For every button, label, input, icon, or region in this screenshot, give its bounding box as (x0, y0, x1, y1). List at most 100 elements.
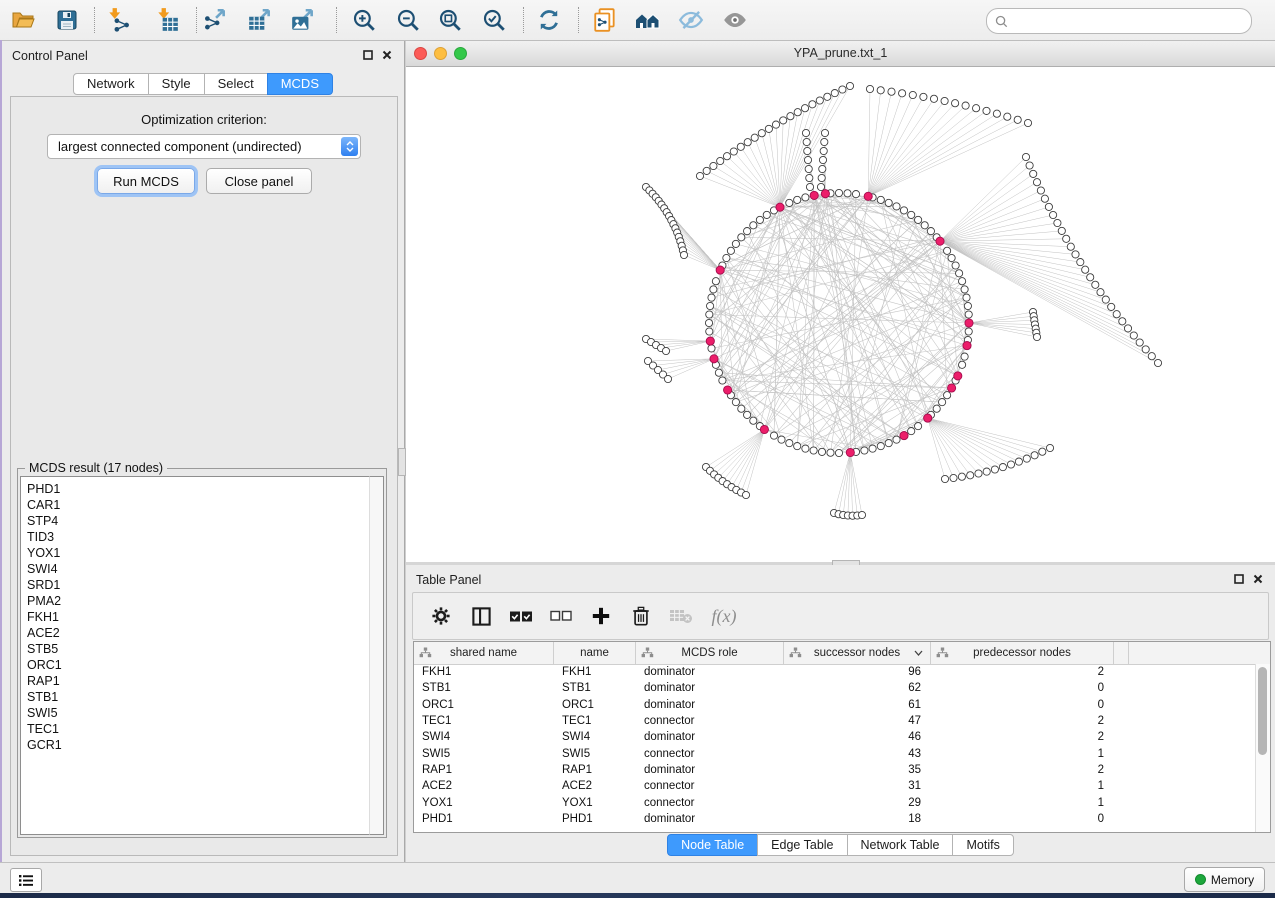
mcds-result-item[interactable]: PMA2 (27, 593, 383, 609)
mcds-result-item[interactable]: YOX1 (27, 545, 383, 561)
mcds-result-item[interactable]: GCR1 (27, 737, 383, 753)
cell-name: RAP1 (554, 764, 636, 776)
cell-predecessor-nodes: 0 (931, 813, 1114, 825)
mcds-result-item[interactable]: SWI4 (27, 561, 383, 577)
table-row[interactable]: PHD1PHD1dominator180 (414, 811, 1256, 827)
show-column-panel-icon[interactable] (461, 599, 501, 633)
zoom-selected-icon[interactable] (477, 5, 511, 35)
import-network-icon[interactable] (101, 5, 135, 35)
table-row[interactable]: SWI5SWI5connector431 (414, 745, 1256, 761)
table-scrollbar[interactable] (1255, 664, 1270, 832)
mcds-result-item[interactable]: FKH1 (27, 609, 383, 625)
mcds-result-item[interactable]: STB5 (27, 641, 383, 657)
cell-MCDS-role: connector (636, 797, 784, 809)
memory-button[interactable]: Memory (1184, 867, 1265, 892)
refresh-view-icon[interactable] (532, 5, 566, 35)
table-row[interactable]: YOX1YOX1connector291 (414, 794, 1256, 810)
run-mcds-button[interactable]: Run MCDS (97, 168, 195, 194)
column-header-predecessor-nodes[interactable]: predecessor nodes (931, 642, 1114, 664)
tab-style[interactable]: Style (148, 73, 205, 95)
network-graph[interactable] (406, 67, 1275, 562)
deselect-all-checkboxes-icon[interactable] (541, 599, 581, 633)
mcds-result-item[interactable]: ACE2 (27, 625, 383, 641)
tab-network-table[interactable]: Network Table (847, 834, 954, 856)
main-toolbar (0, 0, 1275, 41)
criterion-dropdown[interactable]: largest connected component (undirected) (47, 134, 361, 159)
close-panel-icon[interactable] (1253, 574, 1263, 584)
search-input[interactable] (1012, 11, 1251, 31)
cell-predecessor-nodes: 1 (931, 797, 1114, 809)
column-type-icon (789, 647, 802, 658)
cell-successor-nodes: 62 (784, 682, 931, 694)
table-row[interactable]: ORC1ORC1dominator610 (414, 697, 1256, 713)
toolbar-separator (94, 7, 95, 33)
table-row[interactable]: TEC1TEC1connector472 (414, 713, 1256, 729)
zoom-in-icon[interactable] (347, 5, 381, 35)
table-row[interactable]: SWI4SWI4dominator462 (414, 729, 1256, 745)
table-row[interactable]: RAP1RAP1dominator352 (414, 762, 1256, 778)
mcds-result-item[interactable]: STP4 (27, 513, 383, 529)
mcds-result-item[interactable]: CAR1 (27, 497, 383, 513)
tab-network[interactable]: Network (73, 73, 149, 95)
function-builder-icon[interactable]: f(x) (701, 599, 747, 633)
column-settings-gear-icon[interactable] (421, 599, 461, 633)
column-header-successor-nodes[interactable]: successor nodes (784, 642, 931, 664)
export-table-icon[interactable] (243, 5, 277, 35)
import-table-icon[interactable] (150, 5, 184, 35)
close-panel-button[interactable]: Close panel (206, 168, 312, 194)
first-neighbors-icon[interactable] (631, 5, 665, 35)
show-all-icon[interactable] (718, 5, 752, 35)
open-file-icon[interactable] (6, 5, 40, 35)
export-image-icon[interactable] (286, 5, 320, 35)
zoom-fit-icon[interactable] (433, 5, 467, 35)
tab-node-table[interactable]: Node Table (667, 834, 758, 856)
duplicate-network-icon[interactable] (588, 5, 622, 35)
mcds-result-item[interactable]: SRD1 (27, 577, 383, 593)
toolbar-separator (578, 7, 579, 33)
table-row[interactable]: FKH1FKH1dominator962 (414, 664, 1256, 680)
control-panel-title: Control Panel (12, 49, 88, 63)
zoom-out-icon[interactable] (391, 5, 425, 35)
cell-predecessor-nodes: 2 (931, 715, 1114, 727)
float-panel-icon[interactable] (363, 50, 373, 60)
mcds-result-group: MCDS result (17 nodes) PHD1CAR1STP4TID3Y… (17, 468, 387, 838)
delete-table-icon[interactable] (661, 599, 701, 633)
mcds-result-item[interactable]: RAP1 (27, 673, 383, 689)
float-panel-icon[interactable] (1234, 574, 1244, 584)
cell-name: TEC1 (554, 715, 636, 727)
delete-row-trash-icon[interactable] (621, 599, 661, 633)
network-view-window: YPA_prune.txt_1 (406, 41, 1275, 562)
table-scrollbar-thumb[interactable] (1258, 667, 1267, 755)
column-header-shared-name[interactable]: shared name (414, 642, 554, 664)
mcds-result-item[interactable]: TEC1 (27, 721, 383, 737)
network-window-titlebar[interactable]: YPA_prune.txt_1 (406, 41, 1275, 67)
task-history-button[interactable] (10, 868, 42, 892)
mcds-list-scrollbar[interactable] (369, 476, 384, 835)
select-all-checkboxes-icon[interactable] (501, 599, 541, 633)
hide-selected-icon[interactable] (674, 5, 708, 35)
tab-motifs[interactable]: Motifs (952, 834, 1013, 856)
tab-edge-table[interactable]: Edge Table (757, 834, 847, 856)
save-session-icon[interactable] (50, 5, 84, 35)
close-panel-icon[interactable] (382, 50, 392, 60)
mcds-result-item[interactable]: PHD1 (27, 481, 383, 497)
search-icon (995, 15, 1008, 28)
mcds-result-item[interactable]: TID3 (27, 529, 383, 545)
vertical-splitter-grip[interactable] (398, 448, 406, 476)
mcds-result-item[interactable]: ORC1 (27, 657, 383, 673)
tab-select[interactable]: Select (204, 73, 268, 95)
status-bar: Memory (0, 862, 1275, 894)
add-row-icon[interactable] (581, 599, 621, 633)
mcds-result-item[interactable]: STB1 (27, 689, 383, 705)
column-header-name[interactable]: name (554, 642, 636, 664)
export-network-icon[interactable] (198, 5, 232, 35)
network-canvas[interactable] (406, 67, 1275, 562)
column-header-MCDS-role[interactable]: MCDS role (636, 642, 784, 664)
table-header-row: shared namenameMCDS rolesuccessor nodesp… (414, 642, 1270, 665)
network-window-title: YPA_prune.txt_1 (406, 46, 1275, 60)
mcds-result-list[interactable]: PHD1CAR1STP4TID3YOX1SWI4SRD1PMA2FKH1ACE2… (20, 476, 384, 835)
mcds-result-item[interactable]: SWI5 (27, 705, 383, 721)
table-row[interactable]: ACE2ACE2connector311 (414, 778, 1256, 794)
tab-mcds[interactable]: MCDS (267, 73, 333, 95)
table-row[interactable]: STB1STB1dominator620 (414, 680, 1256, 696)
